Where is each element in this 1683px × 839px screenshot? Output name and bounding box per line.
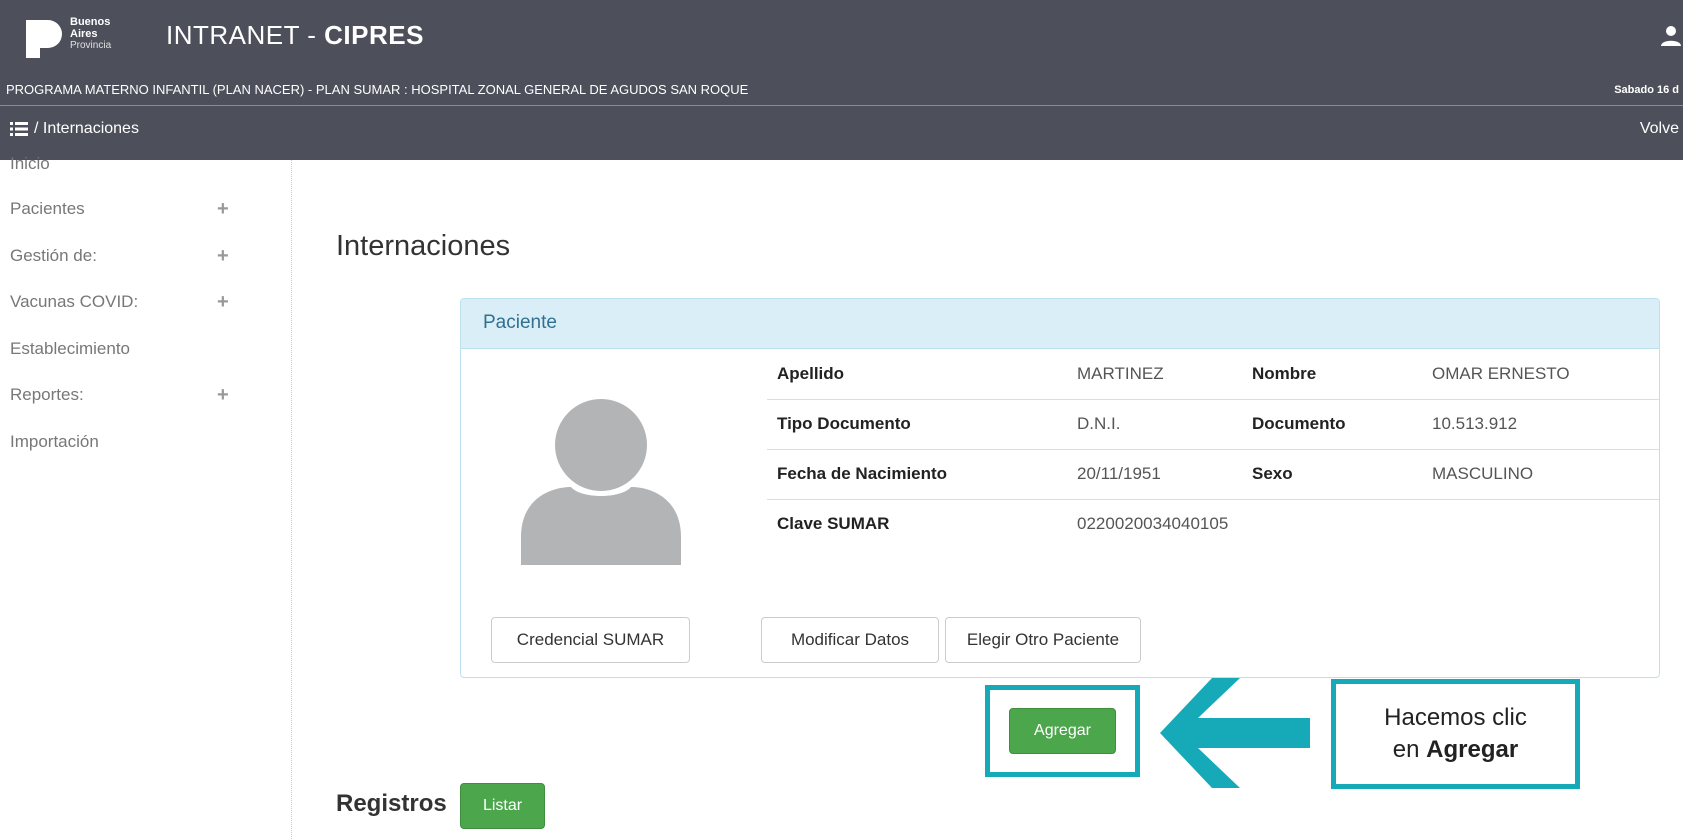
logo-line-2: Aires [70, 28, 98, 40]
value-nombre: OMAR ERNESTO [1432, 363, 1570, 383]
value-documento: 10.513.912 [1422, 398, 1659, 449]
label-fecha-nacimiento: Fecha de Nacimiento [767, 448, 1067, 499]
instruction-callout: Hacemos clic en Agregar [1331, 679, 1580, 789]
provincia-logo-icon [26, 20, 62, 58]
list-menu-icon[interactable] [10, 122, 28, 136]
current-date: Sabado 16 d [1614, 84, 1679, 96]
app-title-strong: CIPRES [324, 20, 424, 50]
sidebar-item-label: Importación [10, 432, 99, 451]
agregar-button[interactable]: Agregar [1009, 708, 1116, 754]
value-tipo-documento: D.N.I. [1067, 398, 1242, 449]
sidebar-item-gestion[interactable]: Gestión de: + [10, 241, 240, 271]
panel-heading-title: Paciente [483, 312, 557, 333]
user-icon[interactable] [1659, 24, 1683, 48]
breadcrumb-current: / Internaciones [34, 120, 139, 137]
table-row: Apellido MARTINEZ Nombre OMAR ERNESTO [767, 349, 1659, 399]
sidebar-item-pacientes[interactable]: Pacientes + [10, 194, 240, 224]
sidebar-item-reportes[interactable]: Reportes: + [10, 380, 240, 410]
label-apellido: Apellido [777, 363, 845, 383]
panel-heading: Paciente [461, 299, 1659, 349]
program-row: PROGRAMA MATERNO INFANTIL (PLAN NACER) -… [0, 76, 1683, 106]
logo-text: Buenos Aires Provincia [70, 16, 111, 52]
table-row: Tipo Documento D.N.I. Documento 10.513.9… [767, 398, 1659, 449]
listar-button[interactable]: Listar [460, 783, 545, 829]
label-nombre: Nombre [1252, 363, 1317, 383]
sidebar-item-label: Pacientes [10, 199, 85, 218]
callout-line-2-prefix: en [1392, 736, 1427, 763]
sidebar-item-label: Gestión de: [10, 246, 97, 265]
top-header: Buenos Aires Provincia INTRANET - CIPRES… [0, 0, 1683, 160]
sidebar: Inicio Pacientes + Gestión de: + Vacunas… [0, 154, 292, 839]
callout-line-2-bold: Agregar [1426, 736, 1519, 763]
patient-panel: Paciente Apellido MARTINEZ Nombre OMAR E… [460, 298, 1660, 678]
expand-plus-icon[interactable]: + [217, 291, 229, 314]
app-title: INTRANET - CIPRES [166, 20, 424, 51]
value-sexo: MASCULINO [1422, 448, 1659, 499]
credencial-sumar-button[interactable]: Credencial SUMAR [491, 617, 690, 663]
value-clave-sumar: 0220020034040105 [1067, 498, 1659, 549]
expand-plus-icon[interactable]: + [217, 198, 229, 221]
arrow-left-icon [1160, 678, 1310, 788]
sidebar-item-label: Reportes: [10, 385, 84, 404]
breadcrumb: / Internaciones [10, 120, 139, 138]
breadcrumb-row: / Internaciones Volve [0, 108, 1683, 160]
label-clave-sumar: Clave SUMAR [767, 498, 1067, 549]
registros-heading: Registros [336, 790, 447, 817]
app-title-prefix: INTRANET - [166, 20, 325, 50]
provincia-logo[interactable]: Buenos Aires Provincia [22, 14, 134, 62]
expand-plus-icon[interactable]: + [217, 245, 229, 268]
table-row: Clave SUMAR 0220020034040105 [767, 498, 1659, 549]
program-name: PROGRAMA MATERNO INFANTIL (PLAN NACER) -… [6, 82, 749, 97]
logo-line-3: Provincia [70, 40, 112, 51]
value-apellido: MARTINEZ [1077, 363, 1164, 383]
elegir-otro-paciente-button[interactable]: Elegir Otro Paciente [945, 617, 1141, 663]
label-sexo: Sexo [1242, 448, 1422, 499]
sidebar-item-vacunas-covid[interactable]: Vacunas COVID: + [10, 287, 240, 317]
sidebar-item-establecimiento[interactable]: Establecimiento [10, 334, 240, 364]
label-documento: Documento [1242, 398, 1422, 449]
patient-avatar-icon [521, 399, 681, 565]
brand-row: Buenos Aires Provincia INTRANET - CIPRES [0, 0, 1683, 76]
sidebar-item-label: Inicio [10, 154, 50, 173]
user-glyph-icon [1661, 26, 1681, 46]
sidebar-item-importacion[interactable]: Importación [10, 427, 240, 457]
value-fecha-nacimiento: 20/11/1951 [1067, 448, 1242, 499]
table-row: Fecha de Nacimiento 20/11/1951 Sexo MASC… [767, 448, 1659, 499]
sidebar-item-label: Establecimiento [10, 339, 131, 358]
logo-line-1: Buenos [70, 16, 111, 28]
sidebar-item-label: Vacunas COVID: [10, 292, 139, 311]
expand-plus-icon[interactable]: + [217, 384, 229, 407]
sidebar-item-inicio[interactable]: Inicio [10, 154, 240, 174]
back-link[interactable]: Volve [1640, 120, 1679, 138]
label-tipo-documento: Tipo Documento [767, 398, 1067, 449]
callout-line-1: Hacemos clic [1384, 704, 1527, 731]
modificar-datos-button[interactable]: Modificar Datos [761, 617, 939, 663]
patient-info-table: Apellido MARTINEZ Nombre OMAR ERNESTO Ti… [767, 349, 1659, 549]
page-title: Internaciones [336, 230, 511, 262]
callout-line-2: en Agregar [1336, 734, 1575, 766]
